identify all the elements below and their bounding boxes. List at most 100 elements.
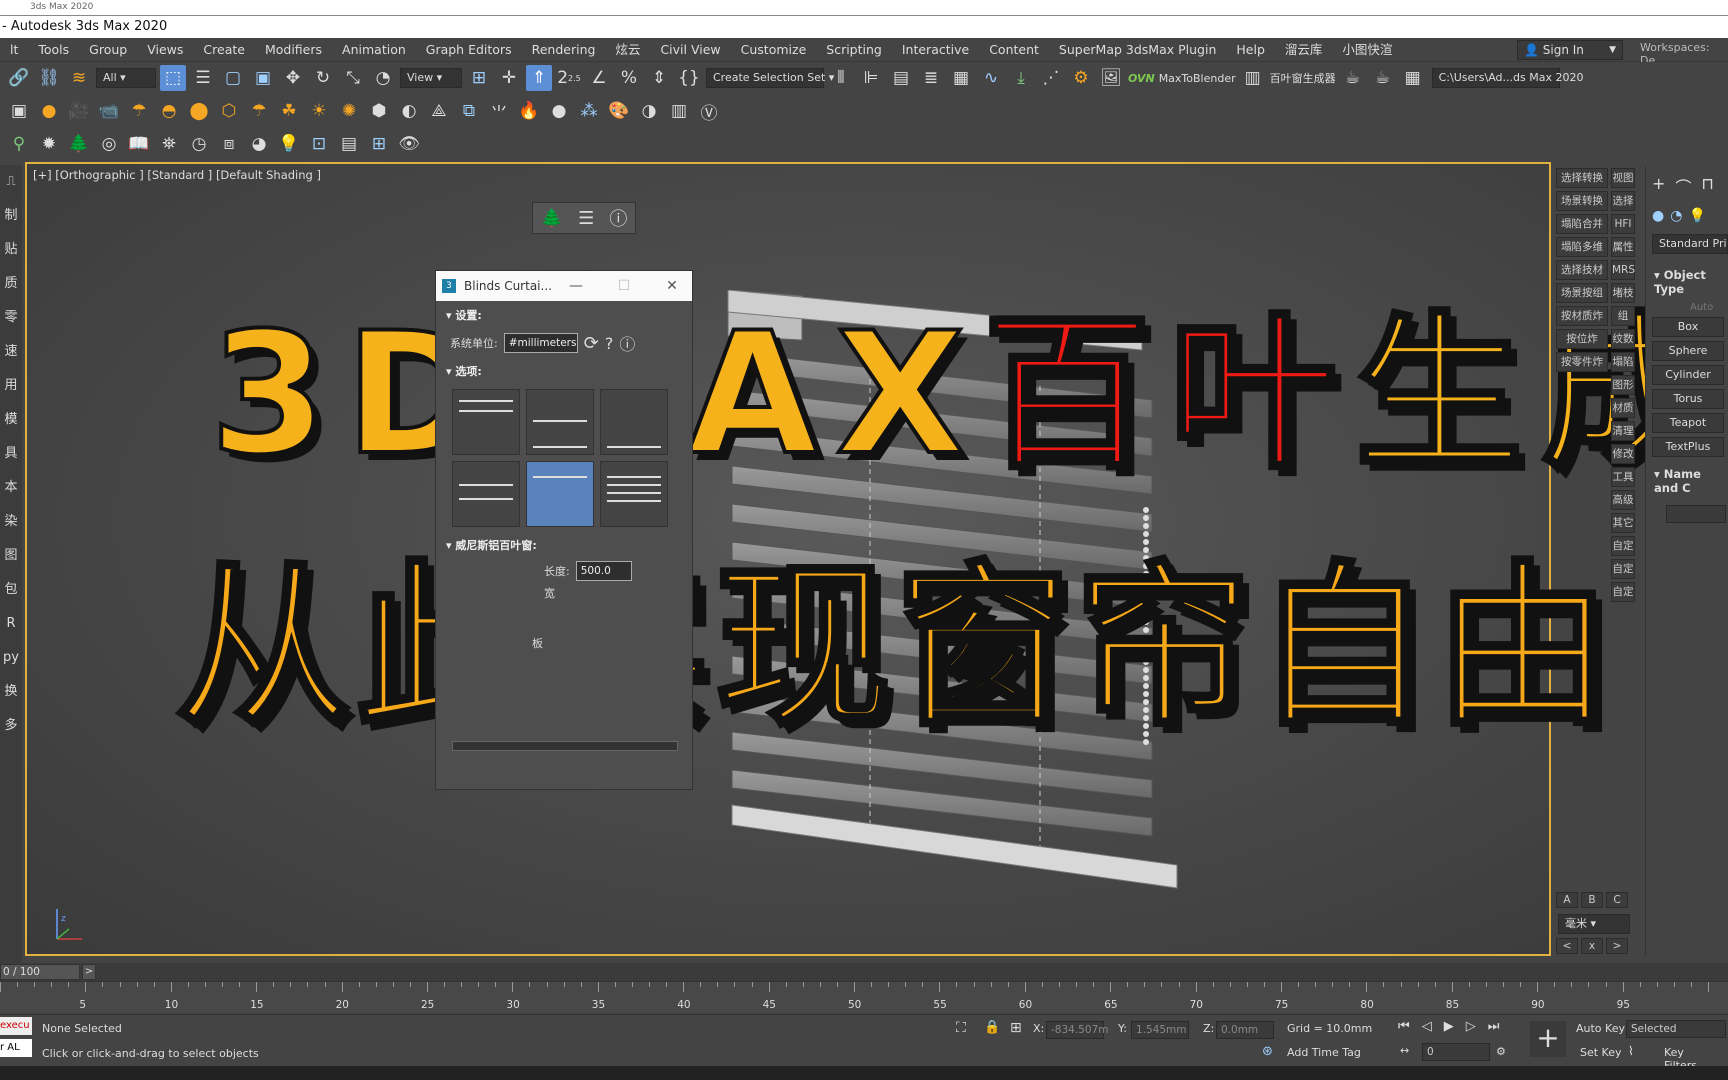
custom-tool-b-15[interactable]: 其它 xyxy=(1611,513,1635,533)
shapes-icon[interactable]: ◔ xyxy=(1670,208,1682,224)
spot-light-icon[interactable]: ☂ xyxy=(246,98,272,124)
custom-tool-b-10[interactable]: 材质 xyxy=(1611,398,1635,418)
set-key-button[interactable]: Set Key xyxy=(1580,1046,1622,1059)
object-name-field[interactable] xyxy=(1666,505,1726,523)
menu-item-14[interactable]: Content xyxy=(979,38,1049,62)
close-icon[interactable]: ✕ xyxy=(652,271,692,301)
forest-icon[interactable]: 🌲 xyxy=(541,208,563,229)
settings-section-header[interactable]: ▾ 设置: xyxy=(436,301,692,329)
nav-button-1[interactable]: x xyxy=(1581,938,1603,954)
multi-sphere-icon[interactable]: ⁂ xyxy=(576,98,602,124)
help-circle-icon[interactable]: ? xyxy=(605,334,614,353)
geosphere-icon[interactable]: ⬡ xyxy=(216,98,242,124)
current-frame-field[interactable]: 0 xyxy=(1422,1043,1490,1061)
window-crossing-icon[interactable]: ▣ xyxy=(250,65,276,91)
menu-item-10[interactable]: Civil View xyxy=(650,38,730,62)
length-input[interactable]: 500.0 xyxy=(575,561,632,581)
menu-item-6[interactable]: Animation xyxy=(332,38,416,62)
menu-item-15[interactable]: SuperMap 3dsMax Plugin xyxy=(1049,38,1226,62)
abc-button-1[interactable]: B xyxy=(1581,892,1603,908)
rect-selection-icon[interactable]: ▢ xyxy=(220,65,246,91)
maximize-icon[interactable]: ☐ xyxy=(604,271,644,301)
menu-item-2[interactable]: Group xyxy=(79,38,137,62)
custom-tool-b-7[interactable]: 纹数 xyxy=(1611,329,1635,349)
video-tool-icon[interactable]: 📹 xyxy=(96,98,122,124)
blinds-generator-label[interactable]: 百叶窗生成器 xyxy=(1270,70,1336,86)
custom-tool-7[interactable]: 按位炸 xyxy=(1556,329,1608,349)
key-mode-dropdown[interactable]: Selected xyxy=(1626,1020,1726,1038)
selection-filter-dropdown[interactable]: All ▾ xyxy=(96,68,156,88)
left-strip-item-14[interactable]: 换 xyxy=(0,675,22,709)
left-strip-item-8[interactable]: 本 xyxy=(0,471,22,505)
camera-target-icon[interactable]: ◎ xyxy=(96,131,122,157)
custom-tool-6[interactable]: 按材质炸 xyxy=(1556,306,1608,326)
name-color-header[interactable]: ▾ Name and C xyxy=(1646,457,1728,505)
material-swap-icon[interactable]: ◑ xyxy=(636,98,662,124)
lights-icon[interactable]: 💡 xyxy=(1688,208,1705,224)
dome-light-icon[interactable]: ◓ xyxy=(156,98,182,124)
x-coord-field[interactable]: -834.507m xyxy=(1046,1021,1108,1039)
dialog-title-bar[interactable]: 3 Blinds Curtai... — ☐ ✕ xyxy=(436,271,692,301)
menu-item-11[interactable]: Customize xyxy=(731,38,817,62)
primitive-button-teapot[interactable]: Teapot xyxy=(1652,413,1724,433)
timer-icon[interactable]: ◷ xyxy=(186,131,212,157)
time-config-icon[interactable]: ⚙ xyxy=(1496,1045,1506,1058)
teapot-render-icon[interactable]: ☕ xyxy=(1340,65,1366,91)
custom-tool-4[interactable]: 选择技材 xyxy=(1556,260,1608,280)
custom-tool-b-9[interactable]: 图形 xyxy=(1611,375,1635,395)
modify-tab-icon[interactable]: ⌒ xyxy=(1675,174,1691,198)
layers-icon[interactable]: ⧈ xyxy=(216,131,242,157)
left-strip-item-7[interactable]: 具 xyxy=(0,437,22,471)
blind-style-4[interactable] xyxy=(452,461,520,527)
custom-tool-b-0[interactable]: 视图 xyxy=(1611,168,1635,188)
menu-item-7[interactable]: Graph Editors xyxy=(416,38,522,62)
z-coord-field[interactable]: 0.0mm xyxy=(1216,1021,1274,1039)
blinds-curtain-dialog[interactable]: 3 Blinds Curtai... — ☐ ✕ ▾ 设置: 系统单位: #mi… xyxy=(435,270,693,790)
left-strip-item-0[interactable]: 制 xyxy=(0,199,22,233)
auto-key-button[interactable]: Auto Key xyxy=(1576,1022,1625,1035)
maxtoblender-label[interactable]: MaxToBlender xyxy=(1159,72,1236,85)
snap-toggle-icon[interactable]: 2 2.5 xyxy=(556,65,582,91)
grass-icon[interactable]: ⺌ xyxy=(486,98,512,124)
edit-named-sets-icon[interactable]: {} xyxy=(676,65,702,91)
spinner-snap-icon[interactable]: ⇕ xyxy=(646,65,672,91)
blind-style-5-selected[interactable] xyxy=(526,461,594,527)
primitive-button-torus[interactable]: Torus xyxy=(1652,389,1724,409)
render-frame-icon[interactable]: 🖼 xyxy=(1098,65,1124,91)
keyboard-shortcut-icon[interactable]: ⇑ xyxy=(526,65,552,91)
menu-item-8[interactable]: Rendering xyxy=(522,38,606,62)
left-strip-item-5[interactable]: 用 xyxy=(0,369,22,403)
unlink-icon[interactable]: ⛓ xyxy=(36,65,62,91)
time-tag-icon[interactable]: ⊛ xyxy=(1262,1044,1273,1059)
unit-input[interactable]: #millimeters xyxy=(503,333,578,353)
custom-tool-2[interactable]: 塌陷合并 xyxy=(1556,214,1608,234)
named-selection-sets-dropdown[interactable]: Create Selection Set ▾ xyxy=(706,68,834,88)
custom-tool-b-17[interactable]: 自定 xyxy=(1611,559,1635,579)
menu-item-3[interactable]: Views xyxy=(137,38,193,62)
venetian-section-header[interactable]: ▾ 威尼斯铝百叶窗: xyxy=(436,531,692,559)
list-icon[interactable]: ☰ xyxy=(578,208,594,229)
isolate-icon[interactable]: ⛶ xyxy=(956,1020,966,1036)
next-frame-icon[interactable]: > xyxy=(82,964,96,980)
tree-icon[interactable]: 🌲 xyxy=(66,131,92,157)
proxy-icon[interactable]: ⧉ xyxy=(456,98,482,124)
absolute-mode-icon[interactable]: ⊞ xyxy=(1010,1020,1022,1036)
sun-icon[interactable]: ✹ xyxy=(36,131,62,157)
primitive-button-box[interactable]: Box xyxy=(1652,317,1724,337)
add-time-tag[interactable]: Add Time Tag xyxy=(1287,1046,1361,1059)
autogrid-checkbox[interactable]: Auto xyxy=(1646,302,1728,313)
minimize-icon[interactable]: — xyxy=(556,271,596,301)
angle-snap-icon[interactable]: ∠ xyxy=(586,65,612,91)
key-tangent-icon[interactable]: ⌇ xyxy=(1628,1044,1634,1058)
menu-item-18[interactable]: 小图快渲 xyxy=(1332,38,1402,62)
custom-tool-b-8[interactable]: 塌陷 xyxy=(1611,352,1635,372)
left-strip-item-4[interactable]: 速 xyxy=(0,335,22,369)
lamp-icon[interactable]: ⛯ xyxy=(156,131,182,157)
custom-tool-b-11[interactable]: 清理 xyxy=(1611,421,1635,441)
curve-editor-icon[interactable]: ∿ xyxy=(978,65,1004,91)
y-coord-field[interactable]: 1.545mm xyxy=(1131,1021,1189,1039)
refresh-icon[interactable]: ⟳ xyxy=(584,333,599,354)
left-strip-item-10[interactable]: 图 xyxy=(0,539,22,573)
custom-tool-b-18[interactable]: 自定 xyxy=(1611,582,1635,602)
frame-buffer-icon[interactable]: ▥ xyxy=(666,98,692,124)
